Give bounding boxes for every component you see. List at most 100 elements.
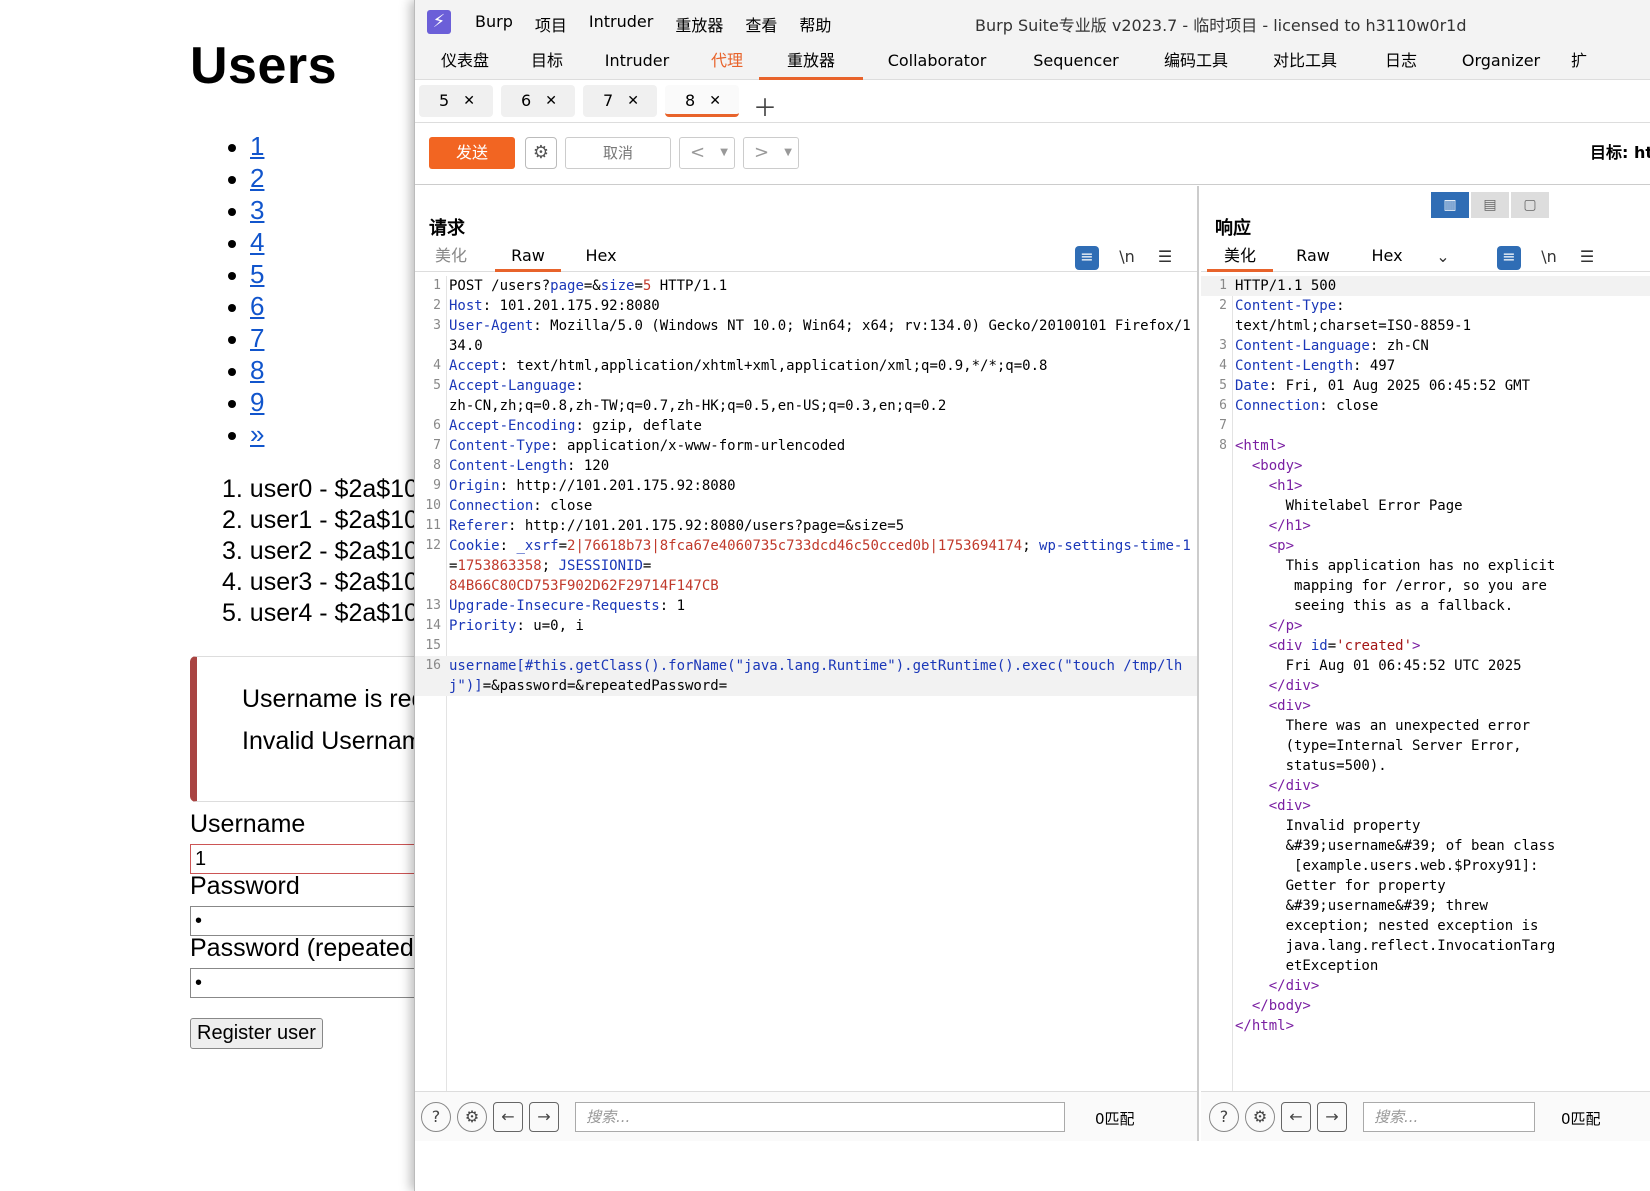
line-content: Accept-Language: zh-CN,zh;q=0.8,zh-TW;q=…: [449, 378, 947, 414]
page-link[interactable]: 8: [250, 355, 264, 385]
tab-dashboard[interactable]: 仪表盘: [415, 44, 515, 80]
line-number: 7: [433, 438, 441, 453]
cancel-button[interactable]: 取消: [565, 137, 671, 169]
tab-hex[interactable]: Hex: [1361, 242, 1413, 272]
newline-toggle-icon[interactable]: \n: [1115, 246, 1139, 270]
close-icon[interactable]: ✕: [463, 85, 475, 117]
tab-hex[interactable]: Hex: [575, 242, 627, 272]
page-link[interactable]: »: [250, 419, 264, 449]
line-content: Host: 101.201.175.92:8080: [449, 298, 660, 314]
arrow-left-icon[interactable]: ←: [1281, 1102, 1311, 1132]
username-field[interactable]: 1: [190, 844, 420, 874]
tab-logger[interactable]: 日志: [1359, 44, 1443, 80]
tab-comparer[interactable]: 对比工具: [1251, 44, 1359, 80]
close-icon[interactable]: ✕: [545, 85, 557, 117]
line-number: 3: [433, 318, 441, 333]
single-view-icon[interactable]: ▢: [1511, 192, 1549, 218]
page-link[interactable]: 4: [250, 227, 264, 257]
close-icon[interactable]: ✕: [627, 85, 639, 117]
arrow-left-icon[interactable]: ←: [493, 1102, 523, 1132]
chevron-left-icon: <: [690, 142, 706, 163]
page-link[interactable]: 3: [250, 195, 264, 225]
request-search-bar: ? ⚙ ← → 搜索... 0匹配: [415, 1091, 1197, 1141]
line-number: 8: [1219, 438, 1227, 453]
repeater-tab[interactable]: 6 ✕: [501, 85, 575, 117]
page-link[interactable]: 6: [250, 291, 264, 321]
page-link[interactable]: 5: [250, 259, 264, 289]
close-icon[interactable]: ✕: [709, 85, 721, 117]
page-title: Users: [190, 37, 338, 95]
help-icon[interactable]: ?: [421, 1102, 451, 1132]
password-repeat-field[interactable]: •: [190, 968, 420, 998]
back-button[interactable]: < ▼: [679, 137, 735, 169]
tab-pretty[interactable]: 美化: [1207, 242, 1273, 272]
page-link[interactable]: 2: [250, 163, 264, 193]
gear-icon[interactable]: ⚙: [1245, 1102, 1275, 1132]
line-content: Referer: http://101.201.175.92:8080/user…: [449, 518, 905, 534]
line-number: 16: [425, 658, 441, 673]
page-link[interactable]: 1: [250, 131, 264, 161]
line-content: Accept: text/html,application/xhtml+xml,…: [449, 358, 1048, 374]
line-number: 14: [425, 618, 441, 633]
tab-extensions[interactable]: 扩: [1559, 44, 1599, 80]
tab-proxy[interactable]: 代理: [695, 44, 759, 80]
search-input[interactable]: 搜索...: [1363, 1102, 1535, 1132]
tab-raw[interactable]: Raw: [495, 242, 561, 272]
arrow-right-icon[interactable]: →: [529, 1102, 559, 1132]
tab-repeater[interactable]: 重放器: [759, 44, 863, 80]
gear-icon[interactable]: ⚙: [525, 137, 557, 169]
user-list-item: 3. user2 - $2a$10: [222, 537, 418, 565]
menu-project[interactable]: 项目: [535, 12, 567, 36]
send-button[interactable]: 发送: [429, 137, 515, 169]
repeater-tab[interactable]: 7 ✕: [583, 85, 657, 117]
wrap-lines-icon[interactable]: ≡: [1075, 246, 1099, 270]
layout-toggle: ▥ ▤ ▢: [1431, 192, 1551, 218]
add-tab-icon[interactable]: ＋: [753, 88, 777, 123]
tab-sequencer[interactable]: Sequencer: [1011, 44, 1141, 80]
newline-toggle-icon[interactable]: \n: [1537, 246, 1561, 270]
user-list-item: 2. user1 - $2a$10: [222, 506, 418, 534]
code-line: 15: [415, 636, 1197, 656]
tab-collaborator[interactable]: Collaborator: [863, 44, 1011, 80]
password-field[interactable]: •: [190, 906, 420, 936]
tab-target[interactable]: 目标: [515, 44, 579, 80]
forward-button[interactable]: > ▼: [743, 137, 799, 169]
request-editor[interactable]: 1 POST /users?page=&size=5 HTTP/1.1 2 Host:…: [415, 276, 1197, 1091]
gear-icon[interactable]: ⚙: [457, 1102, 487, 1132]
target-label[interactable]: 目标: htt: [1590, 139, 1650, 163]
menu-help[interactable]: 帮助: [799, 12, 831, 36]
pagination-item: 3: [228, 194, 264, 226]
menu-icon[interactable]: ☰: [1153, 246, 1177, 270]
tab-intruder[interactable]: Intruder: [579, 44, 695, 80]
menu-view[interactable]: 查看: [745, 12, 777, 36]
tab-raw[interactable]: Raw: [1287, 242, 1339, 272]
arrow-right-icon[interactable]: →: [1317, 1102, 1347, 1132]
tab-organizer[interactable]: Organizer: [1443, 44, 1559, 80]
repeater-tab-active[interactable]: 8 ✕: [665, 85, 739, 117]
burp-logo-icon: ⚡: [427, 10, 451, 34]
split-view-icon[interactable]: ▥: [1431, 192, 1469, 218]
menu-burp[interactable]: Burp: [475, 12, 513, 36]
menu-repeater[interactable]: 重放器: [675, 12, 723, 36]
page-link[interactable]: 9: [250, 387, 264, 417]
menu-icon[interactable]: ☰: [1575, 246, 1599, 270]
line-number: 15: [425, 638, 441, 653]
response-editor[interactable]: 1 HTTP/1.1 500 2 Content-Type: text/html;ch…: [1201, 276, 1650, 1091]
wrap-lines-icon[interactable]: ≡: [1497, 246, 1521, 270]
user-list-item: 4. user3 - $2a$10: [222, 568, 418, 596]
tab-decoder[interactable]: 编码工具: [1141, 44, 1251, 80]
tab-pretty[interactable]: 美化: [425, 242, 477, 272]
menu-intruder[interactable]: Intruder: [589, 12, 653, 36]
register-user-button[interactable]: Register user: [190, 1018, 323, 1049]
help-icon[interactable]: ?: [1209, 1102, 1239, 1132]
line-number: 1: [1219, 278, 1227, 293]
stacked-view-icon[interactable]: ▤: [1471, 192, 1509, 218]
response-lines: 1 HTTP/1.1 500 2 Content-Type: text/html;ch…: [1201, 276, 1650, 1036]
page-link[interactable]: 7: [250, 323, 264, 353]
search-input[interactable]: 搜索...: [575, 1102, 1065, 1132]
chevron-down-icon[interactable]: ⌄: [1431, 246, 1455, 270]
request-title: 请求: [429, 218, 465, 239]
line-number: 3: [1219, 338, 1227, 353]
line-number: 4: [433, 358, 441, 373]
repeater-tab[interactable]: 5 ✕: [419, 85, 493, 117]
